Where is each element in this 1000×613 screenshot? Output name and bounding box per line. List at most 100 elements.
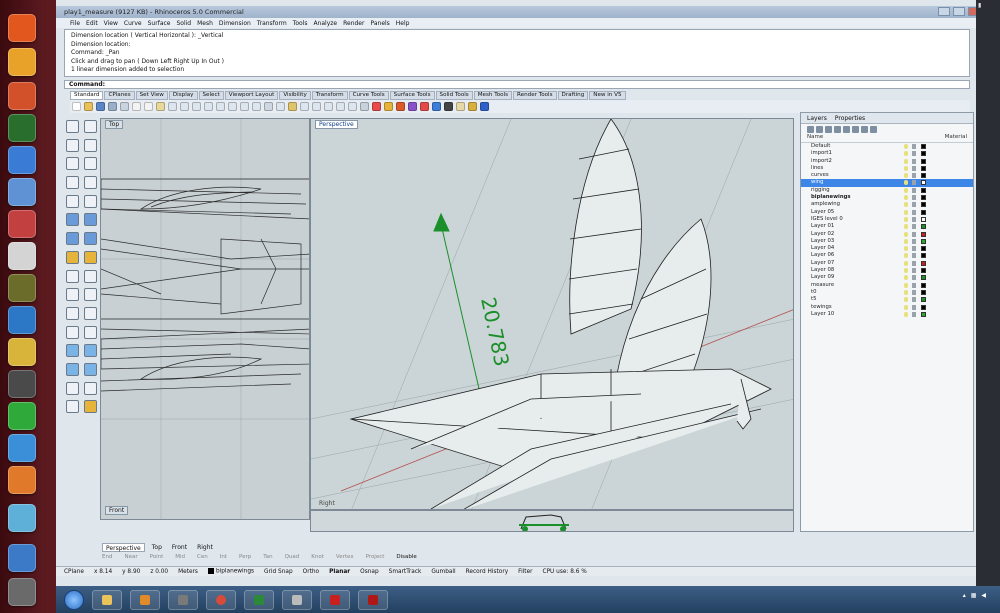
vtab-perspective[interactable]: Perspective bbox=[102, 543, 145, 552]
tools-icon[interactable] bbox=[861, 125, 868, 133]
visibility-bulb-icon[interactable] bbox=[904, 173, 908, 179]
sphere-icon[interactable] bbox=[444, 102, 453, 111]
menu-render[interactable]: Render bbox=[343, 20, 364, 27]
layer-color-swatch[interactable] bbox=[921, 216, 926, 222]
polyline-tool-icon[interactable] bbox=[84, 138, 97, 152]
layer-color-swatch[interactable] bbox=[921, 195, 926, 201]
viewport-perspective[interactable]: Perspective 20.783 Right bbox=[310, 118, 794, 510]
layer-row[interactable]: Layer 02 bbox=[801, 231, 973, 238]
polygon-tool-icon[interactable] bbox=[84, 176, 97, 190]
menu-surface[interactable]: Surface bbox=[148, 20, 171, 27]
vtab-front[interactable]: Front bbox=[169, 543, 190, 552]
filter-icon[interactable] bbox=[852, 125, 859, 133]
tab-curve-tools[interactable]: Curve Tools bbox=[348, 91, 389, 100]
taskbar-app[interactable] bbox=[168, 589, 198, 610]
tab-surface-tools[interactable]: Surface Tools bbox=[389, 91, 435, 100]
scale-tool-icon[interactable] bbox=[66, 362, 79, 376]
layer-color-swatch[interactable] bbox=[921, 187, 926, 193]
tab-display[interactable]: Display bbox=[168, 91, 198, 100]
lock-icon[interactable] bbox=[912, 165, 916, 171]
scale-icon[interactable] bbox=[348, 102, 357, 111]
layer-color-swatch[interactable] bbox=[921, 282, 926, 288]
viewport-label-perspective[interactable]: Perspective bbox=[315, 120, 358, 129]
lock-icon[interactable] bbox=[912, 224, 916, 230]
network-icon[interactable]: ▦ bbox=[971, 592, 977, 599]
viewport-right[interactable] bbox=[310, 510, 794, 532]
osnap-disable[interactable]: Disable bbox=[396, 554, 416, 563]
redo-icon[interactable] bbox=[180, 102, 189, 111]
dimension-tool-icon[interactable] bbox=[84, 381, 97, 395]
move-up-icon[interactable] bbox=[834, 125, 841, 133]
layer-color-swatch[interactable] bbox=[921, 253, 926, 259]
rendered-view-icon[interactable] bbox=[432, 102, 441, 111]
layer-row[interactable]: Layer 07 bbox=[801, 260, 973, 267]
impress-icon[interactable] bbox=[8, 466, 36, 494]
lock-icon[interactable] bbox=[912, 173, 916, 179]
join-tool-icon[interactable] bbox=[84, 306, 97, 320]
layer-color-swatch[interactable] bbox=[921, 144, 926, 149]
layer-row[interactable]: lines bbox=[801, 165, 973, 172]
offset-tool-icon[interactable] bbox=[84, 325, 97, 339]
layer-color-swatch[interactable] bbox=[921, 180, 926, 186]
status-record-history[interactable]: Record History bbox=[466, 569, 509, 575]
taskbar-rhino[interactable] bbox=[282, 589, 312, 610]
status-planar[interactable]: Planar bbox=[329, 569, 350, 575]
layer-row[interactable]: import1 bbox=[801, 150, 973, 157]
layer-row[interactable]: biplanewings bbox=[801, 194, 973, 201]
lock-icon[interactable] bbox=[912, 289, 916, 295]
layer-color-swatch[interactable] bbox=[921, 158, 926, 164]
point-icon[interactable] bbox=[300, 102, 309, 111]
command-history[interactable]: Dimension location ( Vertical Horizontal… bbox=[64, 29, 970, 77]
layer-color-swatch[interactable] bbox=[921, 202, 926, 208]
layer-row[interactable]: wing bbox=[801, 179, 973, 187]
status-grid-snap[interactable]: Grid Snap bbox=[264, 569, 293, 575]
rotate-tool-icon[interactable] bbox=[84, 344, 97, 358]
tab-visibility[interactable]: Visibility bbox=[279, 91, 311, 100]
tab-set-view[interactable]: Set View bbox=[135, 91, 168, 100]
options-icon[interactable] bbox=[456, 102, 465, 111]
layer-color-swatch[interactable] bbox=[921, 289, 926, 295]
layer-color-swatch[interactable] bbox=[921, 231, 926, 237]
rectangle-tool-icon[interactable] bbox=[84, 157, 97, 171]
shaded-icon[interactable] bbox=[420, 102, 429, 111]
taskbar-explorer[interactable] bbox=[92, 589, 122, 610]
menu-panels[interactable]: Panels bbox=[370, 20, 389, 27]
move-down-icon[interactable] bbox=[843, 125, 850, 133]
lock-icon[interactable] bbox=[912, 231, 916, 237]
virtualbox-icon[interactable] bbox=[8, 146, 36, 174]
layer-row[interactable]: Layer 10 bbox=[801, 311, 973, 318]
taskbar-excel[interactable] bbox=[244, 589, 274, 610]
status-osnap[interactable]: Osnap bbox=[360, 569, 379, 575]
lock-icon[interactable] bbox=[912, 151, 916, 157]
lock-icon[interactable] bbox=[912, 260, 916, 266]
new-file-icon[interactable] bbox=[72, 102, 81, 111]
move-icon[interactable] bbox=[312, 102, 321, 111]
visibility-bulb-icon[interactable] bbox=[904, 187, 908, 193]
layer-row[interactable]: Layer 05 bbox=[801, 209, 973, 216]
lock-icon[interactable] bbox=[912, 144, 916, 149]
lock-icon[interactable] bbox=[912, 187, 916, 193]
visibility-bulb-icon[interactable] bbox=[904, 311, 908, 317]
writer-icon[interactable] bbox=[8, 434, 36, 462]
open-file-icon[interactable] bbox=[84, 102, 93, 111]
fillet-tool-icon[interactable] bbox=[66, 288, 79, 302]
new-layer-icon[interactable] bbox=[807, 125, 814, 133]
new-sublayer-icon[interactable] bbox=[816, 125, 823, 133]
tab-drafting[interactable]: Drafting bbox=[557, 91, 589, 100]
workspace-icon[interactable] bbox=[8, 544, 36, 572]
arc-tool-icon[interactable] bbox=[66, 176, 79, 190]
layer-color-swatch[interactable] bbox=[921, 209, 926, 215]
cube-icon[interactable] bbox=[8, 306, 36, 334]
layer-row[interactable]: Layer 03 bbox=[801, 238, 973, 245]
layer-row[interactable]: Layer 04 bbox=[801, 245, 973, 252]
viewport-label-top[interactable]: Top bbox=[105, 120, 124, 129]
visibility-bulb-icon[interactable] bbox=[904, 209, 908, 215]
layer-row[interactable]: Layer 08 bbox=[801, 267, 973, 274]
visibility-bulb-icon[interactable] bbox=[904, 158, 908, 164]
visibility-bulb-icon[interactable] bbox=[904, 297, 908, 303]
visibility-bulb-icon[interactable] bbox=[904, 282, 908, 288]
spreadsheet-icon[interactable] bbox=[8, 402, 36, 430]
osnap-end[interactable]: End bbox=[102, 554, 112, 563]
minimize-button[interactable] bbox=[938, 7, 950, 16]
layer-row[interactable]: Layer 09 bbox=[801, 274, 973, 281]
